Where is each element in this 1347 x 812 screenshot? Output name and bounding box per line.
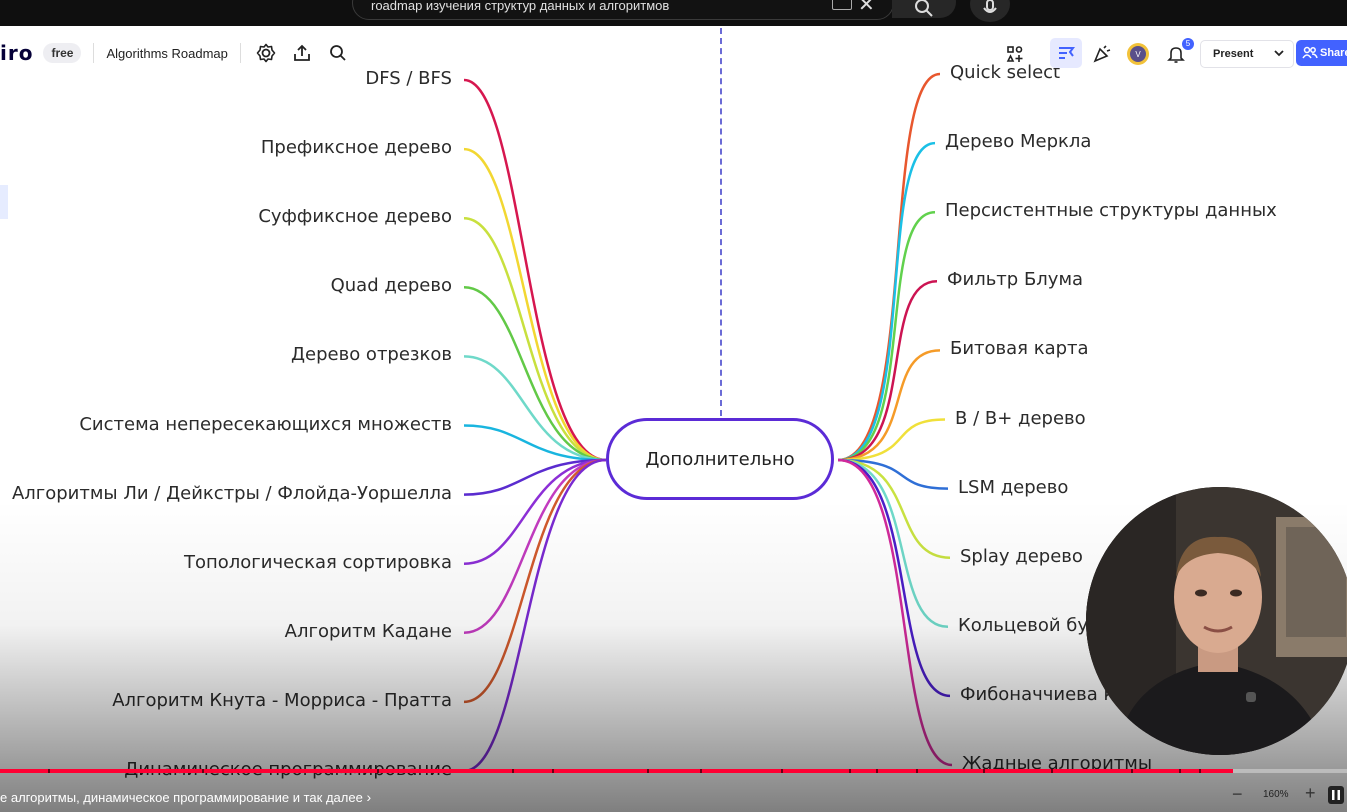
- search-icon: [915, 0, 933, 17]
- divider: [239, 43, 241, 63]
- left-branch-connector: [463, 458, 607, 635]
- chevron-right-icon: ›: [366, 789, 372, 805]
- voice-search-button[interactable]: [970, 0, 1010, 22]
- chapter-marker: [781, 769, 784, 773]
- left-panel-edge: [0, 185, 8, 219]
- present-label: Present: [1213, 48, 1254, 60]
- upload-icon[interactable]: [291, 42, 313, 64]
- chapter-marker: [1050, 769, 1053, 773]
- right-branch-label[interactable]: Фильтр Блума: [947, 269, 1083, 290]
- chapter-marker: [1198, 769, 1201, 773]
- chapter-marker: [48, 769, 51, 773]
- pause-icon[interactable]: [1328, 786, 1344, 804]
- right-branch-label[interactable]: Дерево Меркла: [945, 131, 1091, 152]
- miro-logo[interactable]: iro: [0, 41, 33, 65]
- search-icon[interactable]: [327, 42, 349, 64]
- zoom-in-button[interactable]: +: [1305, 783, 1316, 804]
- chapter-marker: [511, 769, 514, 773]
- zoom-controls: − 160% +: [1224, 783, 1347, 806]
- svg-text:V: V: [1135, 50, 1141, 59]
- miro-right-toolbar: V 5 Present Share: [996, 36, 1347, 70]
- chapter-marker: [377, 769, 380, 773]
- left-branch-label[interactable]: DFS / BFS: [365, 68, 452, 89]
- video-progress-bar[interactable]: [0, 769, 1347, 773]
- progress-fill: [0, 769, 1233, 773]
- right-branch-label[interactable]: Фибоначчиева к: [960, 684, 1114, 705]
- people-icon: [1302, 46, 1318, 59]
- mindmap-center-node[interactable]: Дополнительно: [606, 418, 834, 500]
- divider: [93, 43, 95, 63]
- shapes-icon[interactable]: [1001, 40, 1029, 68]
- notification-badge: 5: [1182, 38, 1194, 50]
- chapter-marker: [848, 769, 851, 773]
- chapter-marker: [646, 769, 649, 773]
- webcam-overlay: [1086, 487, 1347, 755]
- left-branch-label[interactable]: Система непересекающихся множеств: [79, 414, 452, 435]
- left-branch-label[interactable]: Дерево отрезков: [291, 344, 452, 365]
- right-branch-connector: [837, 458, 953, 767]
- right-branch-label[interactable]: Битовая карта: [950, 338, 1089, 359]
- settings-icon[interactable]: [255, 42, 277, 64]
- board-name[interactable]: Algorithms Roadmap: [106, 46, 227, 61]
- right-branch-label[interactable]: LSM дерево: [958, 477, 1068, 498]
- chapter-marker: [202, 769, 205, 773]
- chapter-title[interactable]: е алгоритмы, динамическое программирован…: [0, 789, 371, 805]
- chapter-marker: [915, 769, 918, 773]
- left-branch-label[interactable]: Префиксное дерево: [261, 137, 452, 158]
- presenter-video: [1086, 487, 1347, 755]
- mic-icon: [983, 0, 997, 13]
- zoom-out-button[interactable]: −: [1232, 784, 1243, 805]
- left-branch-connector: [463, 355, 607, 462]
- share-label: Share: [1320, 47, 1347, 59]
- left-branch-connector: [463, 458, 607, 773]
- keyboard-icon[interactable]: [832, 0, 852, 10]
- youtube-top-bar: roadmap изучения структур данных и алгор…: [0, 0, 1347, 26]
- right-branch-label[interactable]: Splay дерево: [960, 546, 1083, 567]
- search-query-text: roadmap изучения структур данных и алгор…: [371, 0, 670, 13]
- chevron-down-icon[interactable]: [1273, 47, 1285, 59]
- left-branch-connector: [463, 78, 607, 462]
- left-branch-label[interactable]: Суффиксное дерево: [258, 206, 452, 227]
- right-branch-label[interactable]: Кольцевой бу: [958, 615, 1088, 636]
- right-branch-label[interactable]: B / B+ дерево: [955, 408, 1086, 429]
- left-branch-label[interactable]: Топологическая сортировка: [184, 552, 452, 573]
- plan-badge[interactable]: free: [43, 43, 82, 63]
- miro-left-toolbar: iro free Algorithms Roadmap: [0, 36, 349, 70]
- party-icon[interactable]: [1088, 40, 1116, 68]
- chapter-marker: [700, 769, 703, 773]
- chapter-marker: [1178, 769, 1181, 773]
- left-branch-label[interactable]: Алгоритм Кнута - Морриса - Пратта: [112, 690, 452, 711]
- close-icon[interactable]: ✕: [858, 0, 875, 17]
- left-branch-label[interactable]: Алгоритмы Ли / Дейкстры / Флойда-Уоршелл…: [12, 483, 452, 504]
- left-branch-label[interactable]: Quad дерево: [331, 275, 452, 296]
- avatar[interactable]: V: [1124, 40, 1152, 68]
- cursor-icon[interactable]: [1050, 38, 1082, 68]
- chapter-title-text: е алгоритмы, динамическое программирован…: [0, 790, 363, 805]
- present-button[interactable]: Present: [1200, 40, 1294, 68]
- chapter-marker: [552, 769, 555, 773]
- right-branch-label[interactable]: Персистентные структуры данных: [945, 200, 1277, 221]
- zoom-level[interactable]: 160%: [1263, 789, 1289, 800]
- chapter-marker: [875, 769, 878, 773]
- left-branch-connector: [463, 458, 607, 565]
- center-node-label: Дополнительно: [645, 448, 795, 470]
- youtube-search-input[interactable]: roadmap изучения структур данных и алгор…: [352, 0, 894, 20]
- chapter-marker: [983, 769, 986, 773]
- left-branch-label[interactable]: Алгоритм Кадане: [285, 621, 452, 642]
- youtube-search-button[interactable]: [892, 0, 956, 18]
- chapter-marker: [1131, 769, 1134, 773]
- share-button[interactable]: Share: [1296, 40, 1347, 66]
- right-branch-connector: [837, 458, 949, 629]
